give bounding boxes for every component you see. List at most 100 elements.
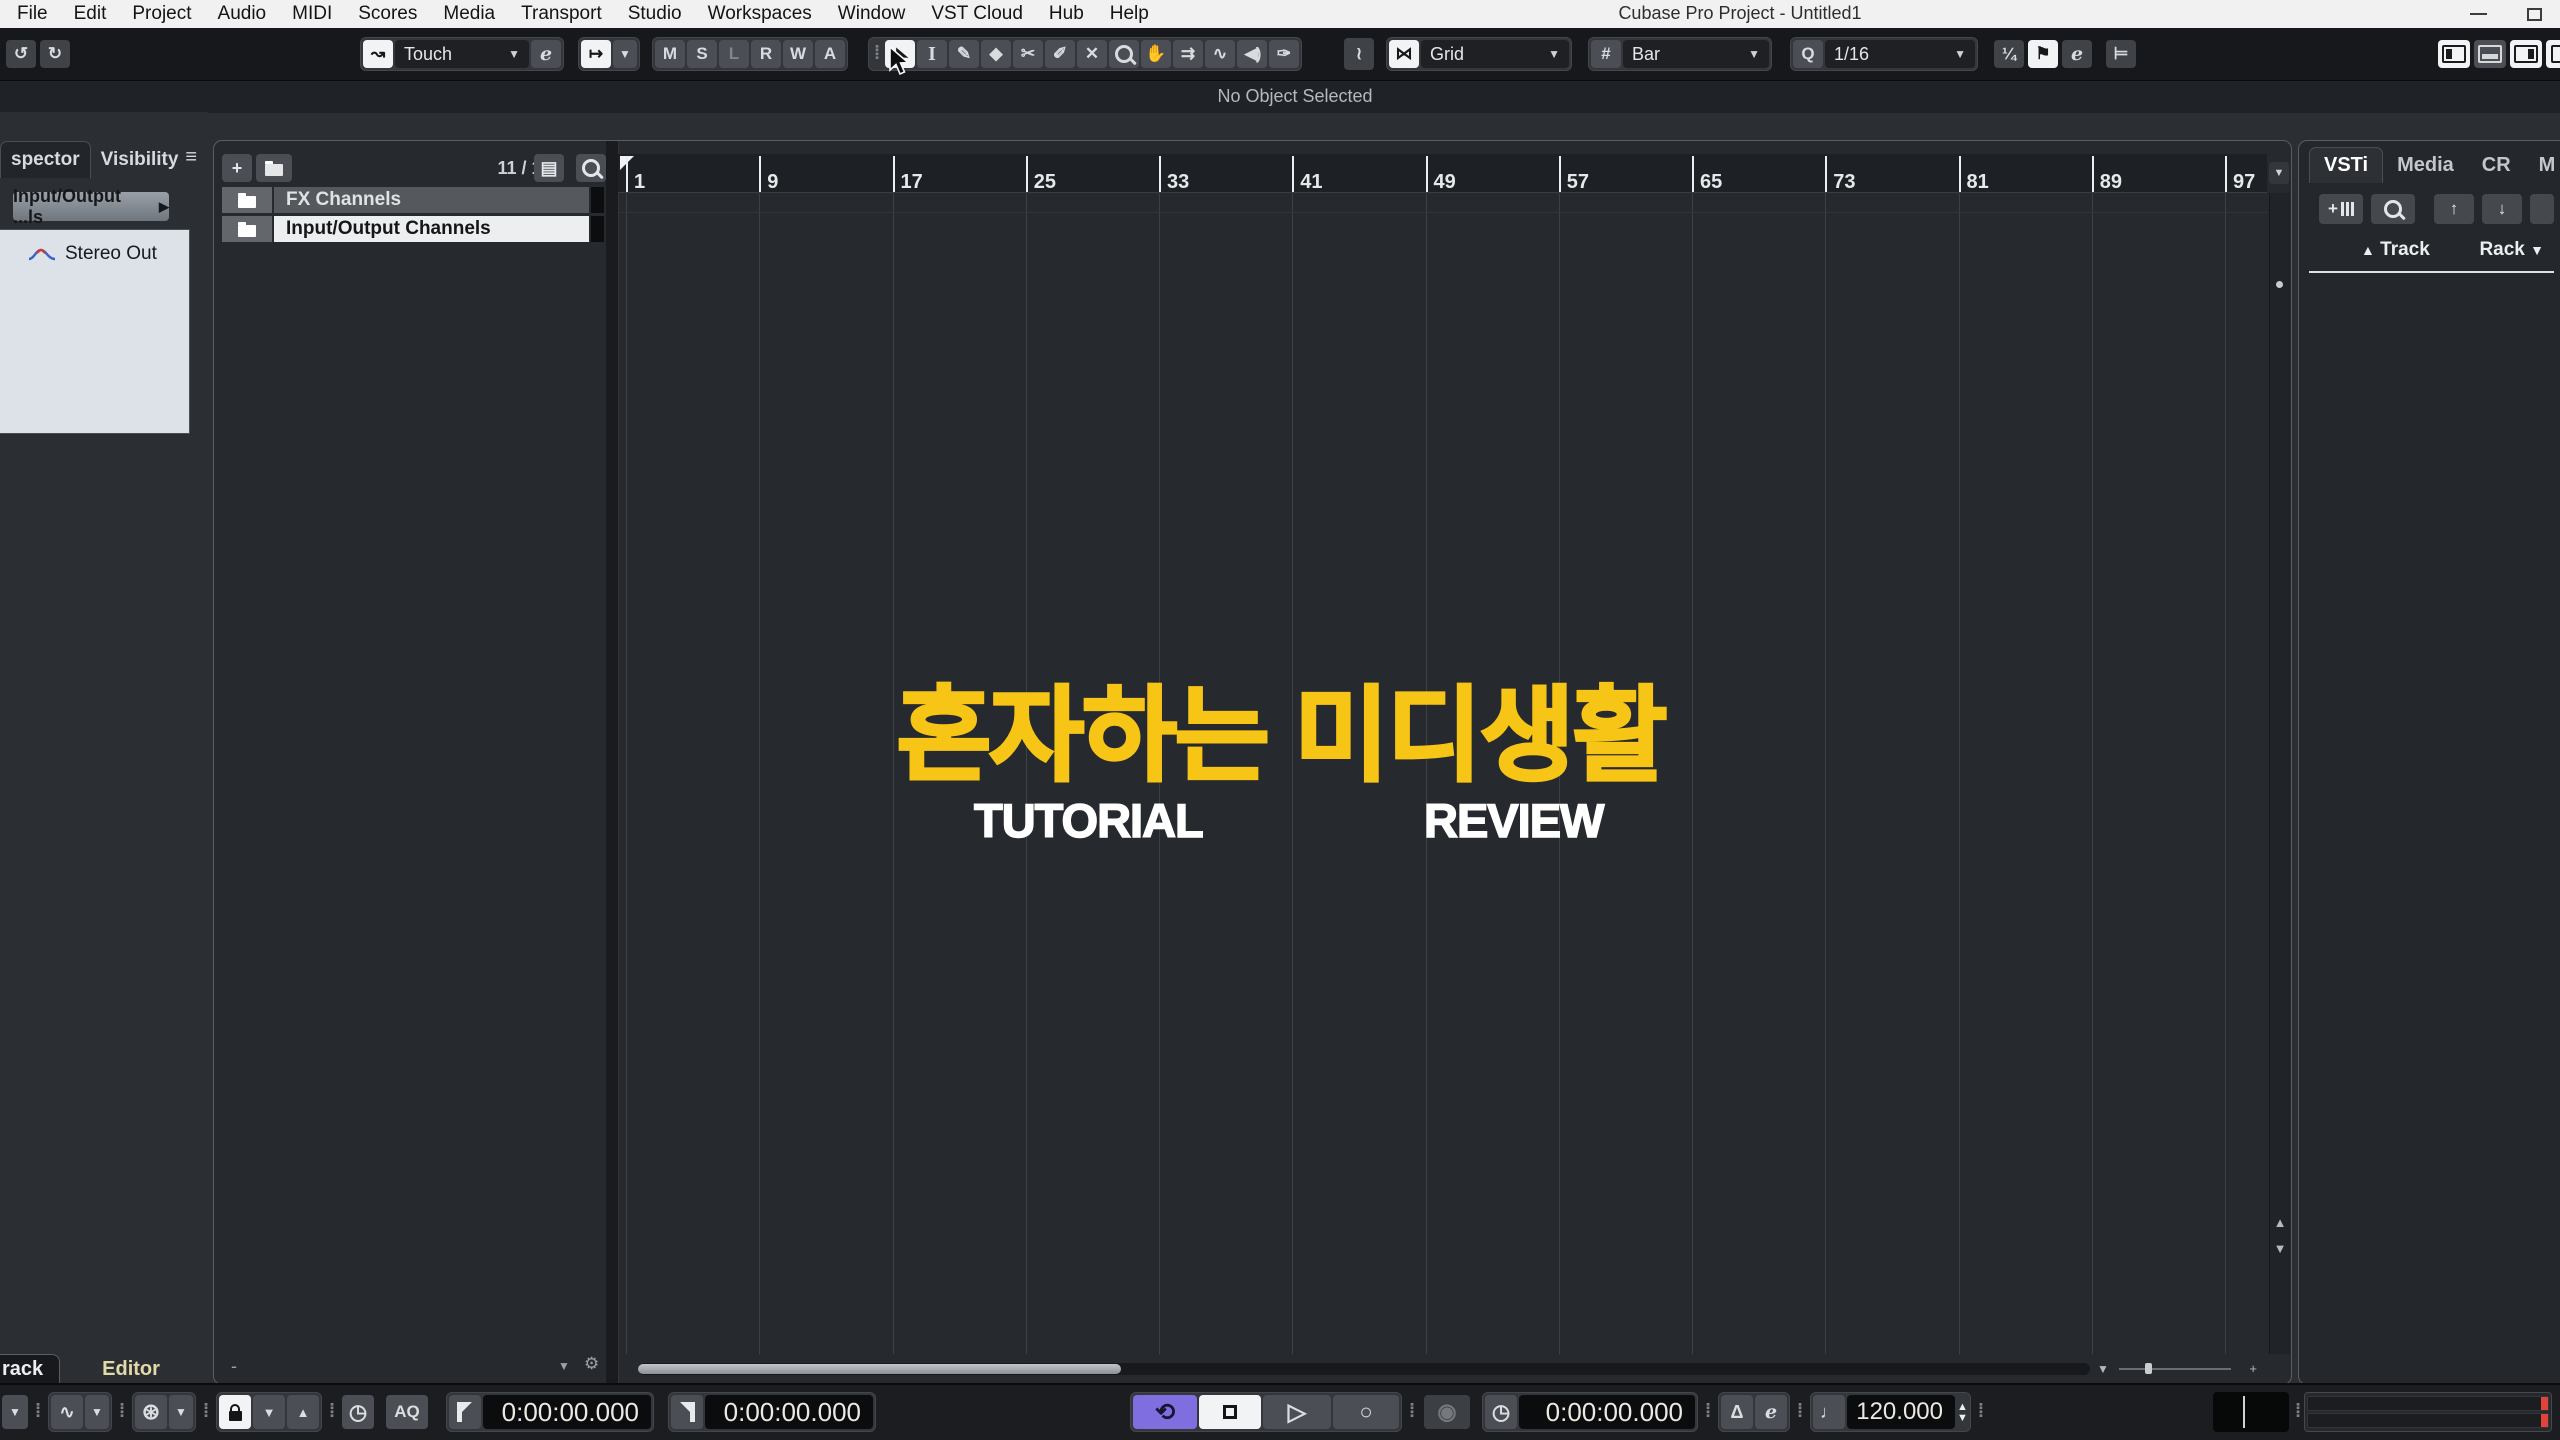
- menu-transport[interactable]: Transport: [508, 3, 615, 25]
- timeline-ruler[interactable]: 1 9 17 25 33 41 49 57 65 73 81 89 97: [618, 154, 2267, 193]
- automation-icon[interactable]: ↝: [363, 40, 393, 68]
- setup-window-layout-button[interactable]: [2546, 40, 2560, 68]
- menu-midi[interactable]: MIDI: [279, 3, 345, 25]
- right-tab-cr[interactable]: CR: [2468, 148, 2525, 183]
- track-scale-minus[interactable]: -: [231, 1356, 237, 1377]
- global-a-button[interactable]: A: [815, 40, 845, 68]
- right-locator-flag-icon[interactable]: [671, 1395, 703, 1429]
- fade-curve-icon[interactable]: ≀: [1344, 38, 1374, 70]
- track-row[interactable]: Input/Output Channels: [222, 216, 604, 242]
- right-zone-toggle[interactable]: [2510, 40, 2542, 68]
- menu-window[interactable]: Window: [825, 3, 919, 25]
- global-l-button[interactable]: L: [719, 40, 749, 68]
- grid-type-dropdown[interactable]: Bar ▼: [1623, 40, 1769, 68]
- line-tool[interactable]: ∿: [1205, 40, 1235, 68]
- midi-activity-icon[interactable]: ⊛: [135, 1395, 167, 1429]
- tab-visibility[interactable]: Visibility: [91, 142, 189, 178]
- ruler-options-dropdown[interactable]: ▼: [2269, 162, 2289, 184]
- quantize-dropdown[interactable]: 1/16 ▼: [1825, 40, 1975, 68]
- menu-project[interactable]: Project: [119, 3, 204, 25]
- minimize-icon[interactable]: [2470, 13, 2487, 15]
- stereo-out-item[interactable]: Stereo Out: [0, 230, 189, 265]
- menu-media[interactable]: Media: [430, 3, 508, 25]
- move-down-icon[interactable]: ↓: [2482, 194, 2522, 224]
- add-track-button[interactable]: +: [222, 154, 252, 182]
- global-w-button[interactable]: W: [783, 40, 813, 68]
- tempo-display[interactable]: 120.000: [1847, 1395, 1955, 1429]
- tempo-note-icon[interactable]: ♩: [1813, 1395, 1845, 1429]
- inspector-menu-icon[interactable]: ≡: [185, 146, 197, 169]
- menu-studio[interactable]: Studio: [615, 3, 695, 25]
- metronome-icon[interactable]: Δ: [1721, 1395, 1753, 1429]
- grip-handle[interactable]: ⁞: [2292, 1401, 2304, 1423]
- auto-quantize-button[interactable]: AQ: [386, 1395, 428, 1429]
- marker-display[interactable]: [2213, 1392, 2289, 1432]
- time-format-clock-icon[interactable]: ◷: [1485, 1395, 1517, 1429]
- lineup-icon[interactable]: ⊨: [2106, 40, 2136, 68]
- punch-lock-icon[interactable]: [219, 1395, 251, 1429]
- left-locator-time[interactable]: 0:00:00.000: [483, 1395, 651, 1429]
- horizontal-scrollbar[interactable]: [638, 1363, 2090, 1375]
- right-locator-time[interactable]: 0:00:00.000: [705, 1395, 873, 1429]
- lower-zone-toggle[interactable]: [2474, 40, 2506, 68]
- tempo-spinner[interactable]: ▲ ▼: [1957, 1401, 1968, 1423]
- range-selection-tool[interactable]: I: [917, 40, 947, 68]
- warp-tool[interactable]: ⇉: [1173, 40, 1203, 68]
- menu-scores[interactable]: Scores: [345, 3, 430, 25]
- tab-inspector[interactable]: spector: [0, 141, 91, 178]
- track-scale-dropdown[interactable]: ▼: [558, 1359, 570, 1373]
- global-r-button[interactable]: R: [751, 40, 781, 68]
- erase-tool[interactable]: ◆: [981, 40, 1011, 68]
- automation-mode-dropdown[interactable]: Touch ▼: [395, 40, 529, 68]
- primary-time-display[interactable]: 0:00:00.000: [1519, 1395, 1695, 1429]
- menu-vst-cloud[interactable]: VST Cloud: [918, 3, 1036, 25]
- maximize-icon[interactable]: [2527, 7, 2542, 21]
- cycle-button[interactable]: ⟲: [1133, 1395, 1197, 1429]
- output-level-meter[interactable]: [2304, 1392, 2552, 1432]
- zoom-plus[interactable]: +: [2249, 1361, 2257, 1376]
- record-button[interactable]: ○: [1333, 1395, 1399, 1429]
- punch-in-icon[interactable]: ▼: [253, 1395, 285, 1429]
- snap-icon[interactable]: ⋈: [1389, 40, 1419, 68]
- tab-editor[interactable]: Editor: [86, 1355, 176, 1384]
- audio-activity-dropdown[interactable]: ▼: [85, 1395, 109, 1429]
- menu-audio[interactable]: Audio: [205, 3, 280, 25]
- rack-options-button[interactable]: [2530, 194, 2554, 224]
- rack-header[interactable]: Rack ▼: [2479, 239, 2544, 261]
- grip-handle[interactable]: ⁞: [1406, 1401, 1418, 1423]
- menu-workspaces[interactable]: Workspaces: [695, 3, 825, 25]
- grip-handle[interactable]: ⁞: [326, 1401, 338, 1423]
- zoom-slider[interactable]: [2119, 1368, 2231, 1370]
- track-settings-gear-icon[interactable]: ⚙: [584, 1354, 599, 1374]
- grip-handle[interactable]: ⁞: [1975, 1401, 1987, 1423]
- menu-edit[interactable]: Edit: [61, 3, 120, 25]
- move-up-icon[interactable]: ↑: [2434, 194, 2474, 224]
- autoscroll-options-dropdown[interactable]: ▼: [613, 40, 637, 68]
- right-tab-vsti[interactable]: VSTi: [2309, 147, 2384, 183]
- grip-handle[interactable]: ⁞: [1794, 1401, 1806, 1423]
- draw-tool[interactable]: ✎: [949, 40, 979, 68]
- grip-handle[interactable]: ⁞: [200, 1401, 212, 1423]
- track-rack-header[interactable]: ▲ Track: [2361, 239, 2430, 261]
- global-s-button[interactable]: S: [687, 40, 717, 68]
- global-m-button[interactable]: M: [655, 40, 685, 68]
- grip-handle[interactable]: ⁞: [116, 1401, 128, 1423]
- tab-track[interactable]: rack: [0, 1354, 61, 1384]
- zoom-slider-thumb[interactable]: [2145, 1363, 2152, 1374]
- menu-help[interactable]: Help: [1097, 3, 1162, 25]
- zoom-tool[interactable]: [1109, 40, 1139, 68]
- stop-button[interactable]: [1199, 1395, 1261, 1429]
- quantize-icon[interactable]: Q: [1793, 40, 1823, 68]
- horizontal-scroll-thumb[interactable]: [638, 1364, 1121, 1374]
- audio-activity-icon[interactable]: ∿: [51, 1395, 83, 1429]
- quantize-panel-button[interactable]: e: [2062, 40, 2092, 68]
- add-instrument-button[interactable]: +: [2319, 194, 2363, 224]
- left-zone-toggle[interactable]: [2438, 40, 2470, 68]
- audiowarp-quantize-icon[interactable]: ⚑: [2028, 40, 2058, 68]
- mute-tool[interactable]: ✕: [1077, 40, 1107, 68]
- zoom-preset-down-icon[interactable]: ▼: [2270, 1241, 2290, 1256]
- right-tab-media[interactable]: Media: [2383, 148, 2468, 183]
- split-tool[interactable]: ✂: [1013, 40, 1043, 68]
- retrospective-record-icon[interactable]: ◉: [1424, 1395, 1470, 1429]
- right-tab-m[interactable]: M: [2525, 148, 2560, 183]
